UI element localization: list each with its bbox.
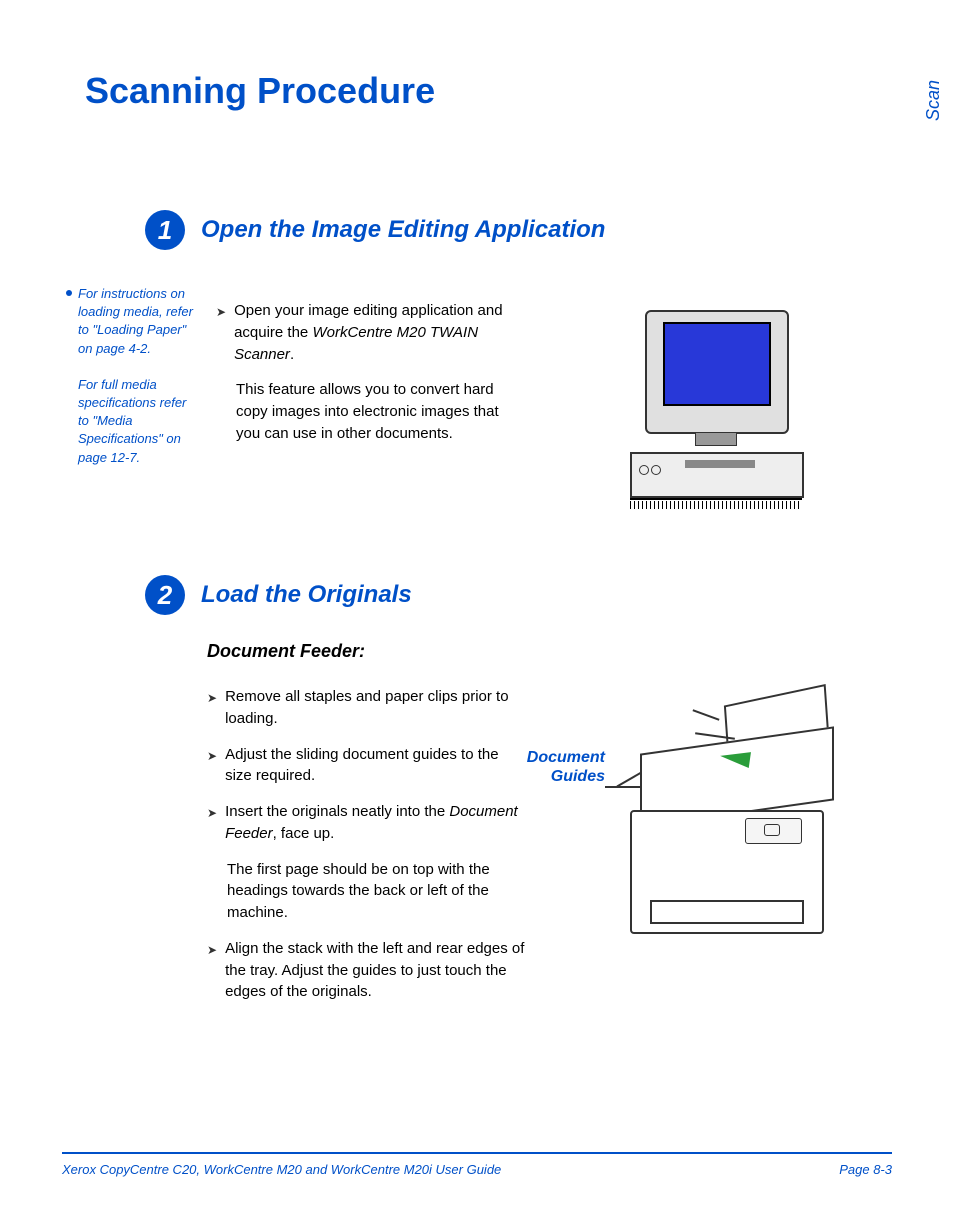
step-2-subheading: Document Feeder: (207, 638, 527, 664)
step-2-bullet-1: Remove all staples and paper clips prior… (225, 686, 527, 730)
step-2-body: Document Feeder: ➤ Remove all staples an… (207, 638, 527, 1017)
step-1-bullet-1: Open your image editing application and … (234, 300, 516, 365)
margin-note-1: For instructions on loading media, refer… (78, 285, 194, 358)
chapter-tab: Scan (923, 80, 944, 121)
step-2-header: 2 Load the Originals (145, 575, 412, 615)
footer-rule (62, 1152, 892, 1154)
step-1-paragraph: This feature allows you to convert hard … (236, 379, 516, 444)
step-number-badge: 2 (145, 575, 185, 615)
arrow-bullet-icon: ➤ (216, 304, 226, 365)
arrow-bullet-icon: ➤ (207, 805, 217, 845)
footer-doc-title: Xerox CopyCentre C20, WorkCentre M20 and… (62, 1162, 501, 1177)
computer-illustration (625, 300, 805, 520)
step-2-heading: Load the Originals (201, 581, 412, 609)
step-number-badge: 1 (145, 210, 185, 250)
page-title: Scanning Procedure (85, 70, 435, 112)
arrow-bullet-icon: ➤ (207, 942, 217, 1003)
step-1-body: ➤ Open your image editing application an… (216, 300, 516, 459)
step-2-paragraph: The first page should be on top with the… (227, 859, 527, 924)
margin-note: For instructions on loading media, refer… (66, 285, 194, 485)
step-1-heading: Open the Image Editing Application (201, 216, 605, 244)
printer-illustration (610, 690, 850, 950)
bullet-dot-icon (66, 290, 72, 296)
margin-note-2: For full media specifications refer to "… (78, 376, 194, 467)
arrow-bullet-icon: ➤ (207, 748, 217, 788)
step-2-bullet-3: Insert the originals neatly into the Doc… (225, 801, 527, 845)
step-2-bullet-4: Align the stack with the left and rear e… (225, 938, 527, 1003)
step-1-header: 1 Open the Image Editing Application (145, 210, 605, 250)
step-2-bullet-2: Adjust the sliding document guides to th… (225, 744, 527, 788)
arrow-bullet-icon: ➤ (207, 690, 217, 730)
footer-page-number: Page 8-3 (839, 1162, 892, 1177)
document-guides-label: Document Guides (505, 748, 605, 786)
